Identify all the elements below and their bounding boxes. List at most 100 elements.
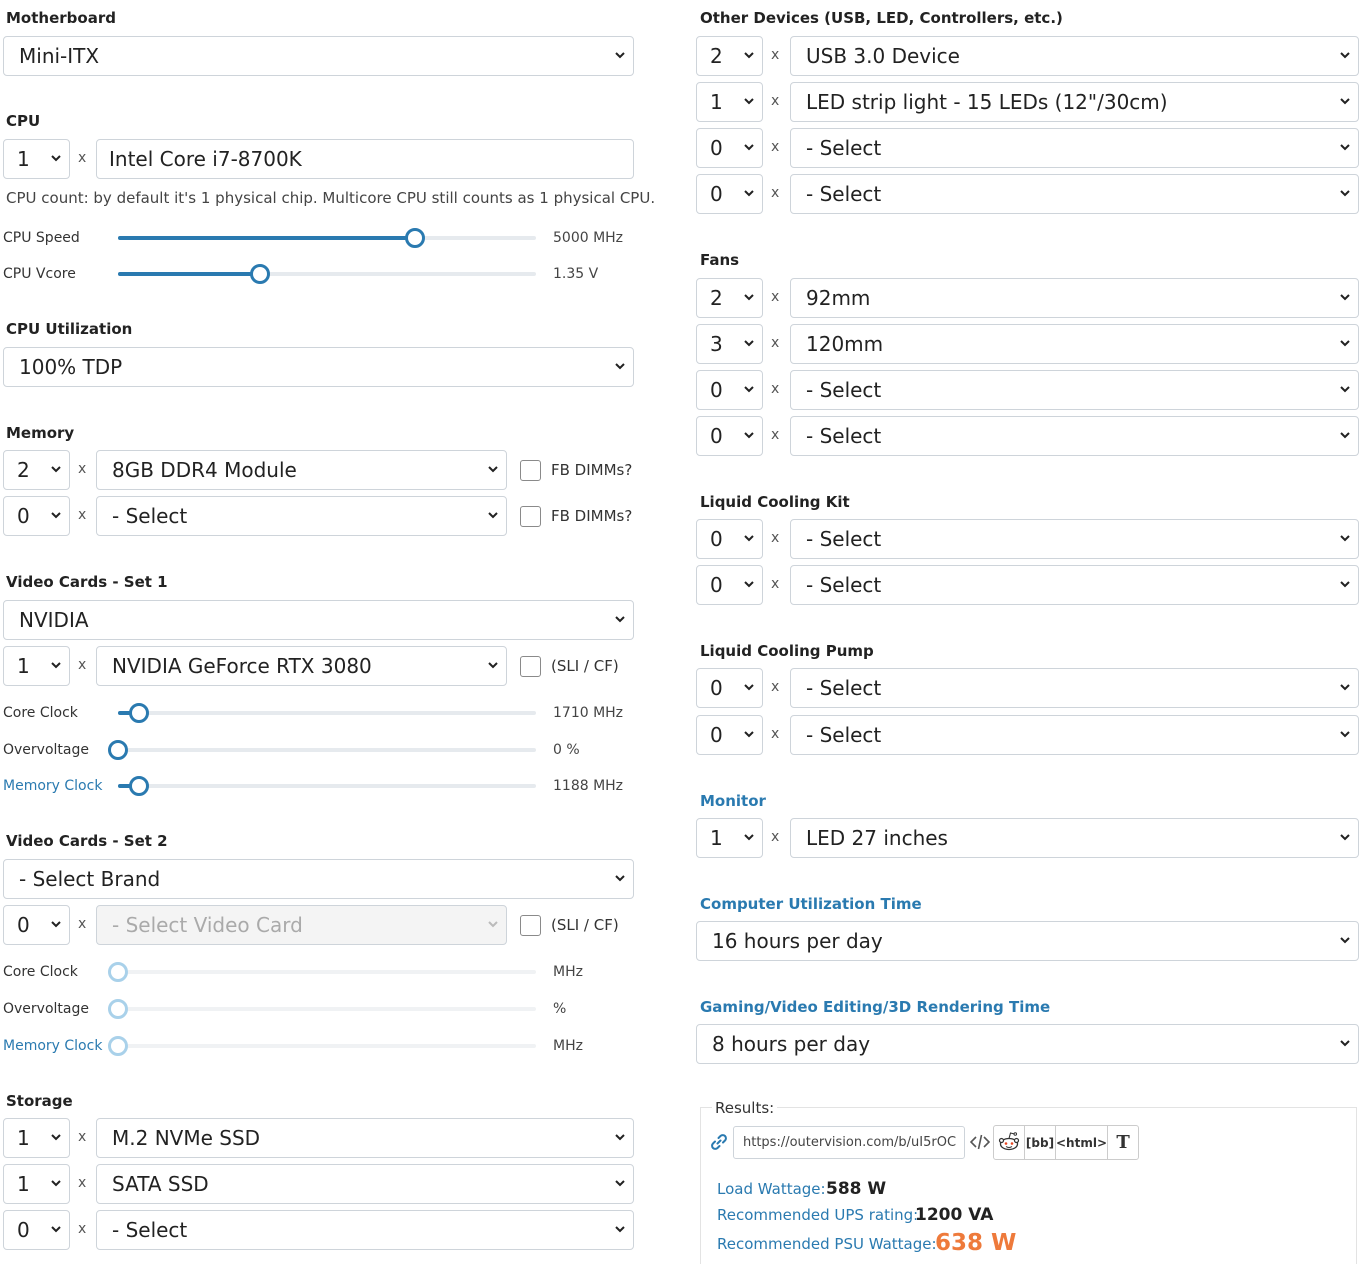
cpu-model-input[interactable]: Intel Core i7-8700K: [96, 139, 634, 179]
memory-module-select[interactable]: 8GB DDR4 Module: [96, 450, 507, 490]
storage-count-select[interactable]: 1: [3, 1118, 70, 1158]
gaming-time-label[interactable]: Gaming/Video Editing/3D Rendering Time: [700, 998, 1050, 1016]
liquid-pump-select[interactable]: - Select: [790, 668, 1359, 708]
sli-cf-checkbox[interactable]: [520, 915, 541, 936]
sli-cf-checkbox[interactable]: [520, 656, 541, 677]
gaming-time-select[interactable]: 8 hours per day: [696, 1024, 1359, 1064]
memory-count-select[interactable]: 2: [3, 450, 70, 490]
slider-thumb[interactable]: [128, 776, 149, 796]
device-type-select[interactable]: LED strip light - 15 LEDs (12"/30cm): [790, 82, 1359, 122]
liquid-pump-count-select[interactable]: 0: [696, 668, 763, 708]
device-count-select[interactable]: 0: [696, 128, 763, 168]
fan-size-select[interactable]: 92mm: [790, 278, 1359, 318]
video-set2-brand-select[interactable]: - Select Brand: [3, 859, 634, 899]
video-set1-card-select[interactable]: NVIDIA GeForce RTX 3080: [96, 646, 507, 686]
video-set2-count-select[interactable]: 0: [3, 905, 70, 945]
utilization-time-label[interactable]: Computer Utilization Time: [700, 895, 922, 913]
fan-count-select[interactable]: 3: [696, 324, 763, 364]
core-clock-slider[interactable]: [118, 703, 536, 723]
fan-count-select[interactable]: 2: [696, 278, 763, 318]
fan-size-value: - Select: [806, 378, 882, 402]
storage-type-select[interactable]: M.2 NVMe SSD: [96, 1118, 634, 1158]
slider-thumb: [108, 999, 128, 1019]
liquid-kit-count-select[interactable]: 0: [696, 519, 763, 559]
liquid-kit-select[interactable]: - Select: [790, 519, 1359, 559]
chevron-down-icon: [1340, 533, 1350, 543]
storage-count-select[interactable]: 0: [3, 1210, 70, 1250]
monitor-label[interactable]: Monitor: [700, 792, 766, 810]
code-icon[interactable]: [970, 1132, 990, 1152]
device-type-select[interactable]: USB 3.0 Device: [790, 36, 1359, 76]
share-url-input[interactable]: https://outervision.com/b/uI5rOC: [733, 1126, 965, 1159]
device-type-select[interactable]: - Select: [790, 128, 1359, 168]
storage-label: Storage: [6, 1092, 73, 1110]
fan-count-value: 2: [710, 286, 723, 310]
memory-module-select[interactable]: - Select: [96, 496, 507, 536]
reddit-icon: [998, 1131, 1020, 1154]
memory-clock-label[interactable]: Memory Clock: [3, 1038, 102, 1054]
memory-clock-label[interactable]: Memory Clock: [3, 778, 102, 794]
fan-size-value: 92mm: [806, 286, 871, 310]
chevron-down-icon: [744, 579, 754, 589]
chevron-down-icon: [744, 188, 754, 198]
chevron-down-icon: [615, 873, 625, 883]
liquid-kit-count-select[interactable]: 0: [696, 565, 763, 605]
load-wattage-label: Load Wattage:: [717, 1180, 826, 1198]
video-set2-count-value: 0: [17, 913, 30, 937]
overvoltage-slider[interactable]: [108, 740, 536, 760]
liquid-pump-count-select[interactable]: 0: [696, 715, 763, 755]
device-count-value: 1: [710, 90, 723, 114]
device-count-select[interactable]: 1: [696, 82, 763, 122]
cpu-count-select[interactable]: 1: [3, 139, 70, 179]
slider-thumb[interactable]: [404, 228, 425, 248]
cpu-label: CPU: [6, 112, 41, 130]
device-type-value: - Select: [806, 136, 882, 160]
overvoltage-label: Overvoltage: [3, 1001, 89, 1017]
storage-count-select[interactable]: 1: [3, 1164, 70, 1204]
fb-dimms-checkbox[interactable]: [520, 506, 541, 527]
utilization-time-select[interactable]: 16 hours per day: [696, 921, 1359, 961]
multiply-sign: x: [771, 289, 780, 305]
fb-dimms-checkbox[interactable]: [520, 460, 541, 481]
device-type-select[interactable]: - Select: [790, 174, 1359, 214]
chevron-down-icon: [744, 384, 754, 394]
video-set1-brand-select[interactable]: NVIDIA: [3, 600, 634, 640]
device-count-select[interactable]: 2: [696, 36, 763, 76]
memory-clock-slider[interactable]: [118, 776, 536, 796]
chevron-down-icon: [488, 510, 498, 520]
cpu-vcore-slider[interactable]: [118, 264, 536, 284]
liquid-kit-select[interactable]: - Select: [790, 565, 1359, 605]
cpu-utilization-select[interactable]: 100% TDP: [3, 347, 634, 387]
slider-thumb[interactable]: [108, 740, 128, 760]
storage-type-value: - Select: [112, 1218, 188, 1242]
storage-type-select[interactable]: - Select: [96, 1210, 634, 1250]
liquid-pump-select[interactable]: - Select: [790, 715, 1359, 755]
fan-count-select[interactable]: 0: [696, 370, 763, 410]
slider-thumb[interactable]: [250, 264, 271, 284]
monitor-count-select[interactable]: 1: [696, 818, 763, 858]
slider-thumb[interactable]: [128, 703, 149, 723]
fan-size-select[interactable]: - Select: [790, 370, 1359, 410]
monitor-select[interactable]: LED 27 inches: [790, 818, 1359, 858]
memory-count-select[interactable]: 0: [3, 496, 70, 536]
sli-cf-label: (SLI / CF): [551, 916, 619, 934]
motherboard-select[interactable]: Mini-ITX: [3, 36, 634, 76]
chevron-down-icon: [744, 292, 754, 302]
cpu-speed-slider[interactable]: [118, 228, 536, 248]
chevron-down-icon: [744, 832, 754, 842]
bbcode-share-button[interactable]: [bb]: [1025, 1126, 1056, 1159]
storage-type-select[interactable]: SATA SSD: [96, 1164, 634, 1204]
fan-size-select[interactable]: - Select: [790, 416, 1359, 456]
fan-size-select[interactable]: 120mm: [790, 324, 1359, 364]
html-share-button[interactable]: <html>: [1056, 1126, 1109, 1159]
device-count-select[interactable]: 0: [696, 174, 763, 214]
video-set1-label: Video Cards - Set 1: [6, 573, 168, 591]
reddit-share-button[interactable]: [994, 1126, 1025, 1159]
chevron-down-icon: [744, 96, 754, 106]
fan-count-select[interactable]: 0: [696, 416, 763, 456]
utilization-time-value: 16 hours per day: [712, 929, 883, 953]
video-set1-count-select[interactable]: 1: [3, 646, 70, 686]
overvoltage-value: %: [553, 1001, 567, 1017]
text-share-button[interactable]: T: [1108, 1126, 1138, 1159]
device-count-value: 2: [710, 44, 723, 68]
